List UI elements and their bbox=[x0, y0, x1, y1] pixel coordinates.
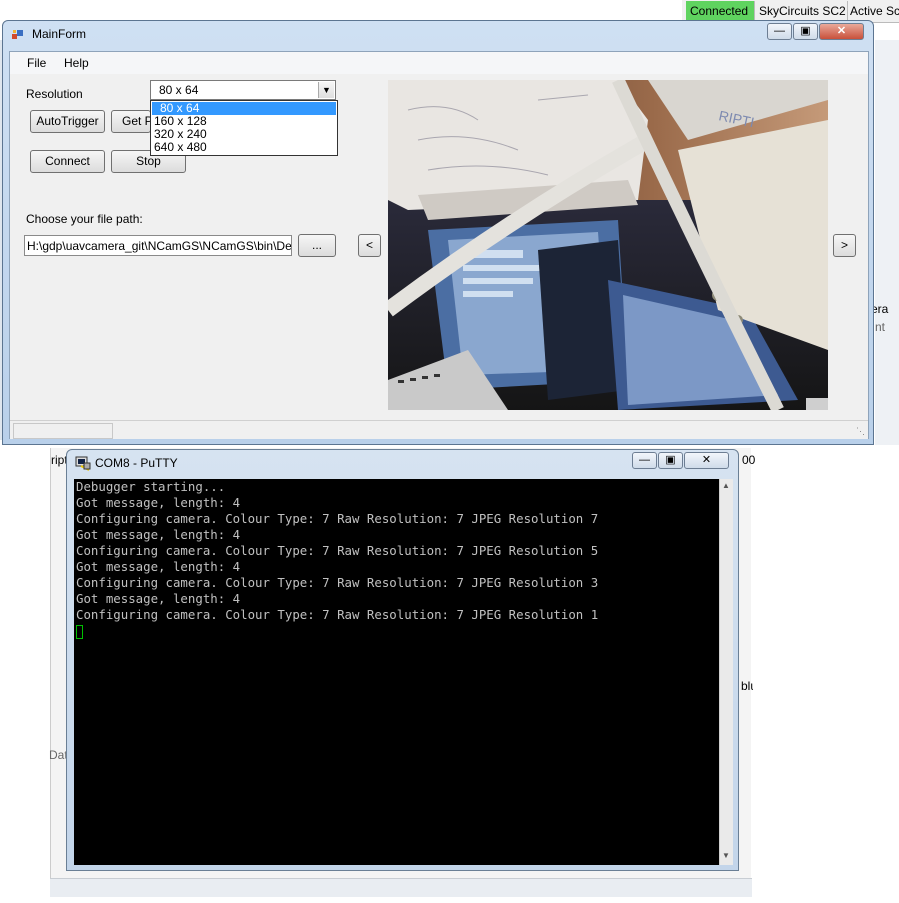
window-title: COM8 - PuTTY bbox=[95, 456, 178, 470]
maximize-button[interactable]: ▣ bbox=[658, 452, 683, 469]
filepath-label: Choose your file path: bbox=[26, 212, 143, 226]
terminal-line: Got message, length: 4 bbox=[76, 559, 241, 574]
menu-help[interactable]: Help bbox=[64, 55, 89, 71]
background-fragment: 00 bbox=[742, 453, 756, 467]
mainform-window: MainForm — ▣ ✕ File Help Resolution 80 x… bbox=[2, 20, 874, 445]
close-icon: ✕ bbox=[836, 25, 847, 37]
putty-window: COM8 - PuTTY — ▣ ✕ Debugger starting... G… bbox=[66, 449, 739, 871]
next-image-button[interactable]: > bbox=[833, 234, 856, 257]
terminal-scrollbar[interactable]: ▲ ▼ bbox=[719, 479, 733, 865]
window-title: MainForm bbox=[32, 27, 87, 41]
minimize-button[interactable]: — bbox=[632, 452, 657, 469]
skycircuits-tab[interactable]: SkyCircuits SC2 bbox=[755, 1, 848, 21]
terminal-text: Debugger starting... Got message, length:… bbox=[76, 479, 598, 623]
terminal-line: Configuring camera. Colour Type: 7 Raw R… bbox=[76, 607, 599, 622]
terminal-line: Got message, length: 4 bbox=[76, 591, 241, 606]
close-button[interactable]: ✕ bbox=[819, 23, 864, 40]
resize-grip-icon[interactable]: ⋱ bbox=[856, 426, 865, 437]
get-picture-button[interactable]: Get P bbox=[111, 110, 151, 133]
resolution-dropdown-list: 80 x 64 160 x 128 320 x 240 640 x 480 bbox=[150, 100, 338, 156]
minimize-icon: — bbox=[774, 25, 785, 37]
minimize-icon: — bbox=[639, 454, 650, 466]
mainform-client: File Help Resolution 80 x 64 ▼ 80 x 64 1… bbox=[9, 51, 869, 439]
maximize-icon: ▣ bbox=[800, 25, 811, 37]
background-fragment: nt bbox=[875, 320, 886, 334]
background-fragment: Dat bbox=[49, 748, 68, 762]
terminal-cursor bbox=[76, 625, 83, 639]
minimize-button[interactable]: — bbox=[767, 23, 792, 40]
terminal-line: Configuring camera. Colour Type: 7 Raw R… bbox=[76, 575, 599, 590]
resolution-option[interactable]: 640 x 480 bbox=[152, 141, 336, 154]
active-tab[interactable]: Active Sc bbox=[846, 1, 899, 21]
previous-image-button[interactable]: < bbox=[358, 234, 381, 257]
menu-file[interactable]: File bbox=[27, 55, 46, 71]
browse-button[interactable]: ... bbox=[298, 234, 336, 257]
close-icon: ✕ bbox=[701, 454, 712, 466]
close-button[interactable]: ✕ bbox=[684, 452, 729, 469]
terminal-line: Configuring camera. Colour Type: 7 Raw R… bbox=[76, 511, 599, 526]
background-fragment: blu bbox=[741, 679, 753, 693]
window-app-icon bbox=[12, 29, 24, 41]
autotrigger-button[interactable]: AutoTrigger bbox=[30, 110, 105, 133]
chevron-down-icon[interactable]: ▼ bbox=[318, 82, 334, 98]
maximize-icon: ▣ bbox=[665, 454, 676, 466]
terminal-output[interactable]: Debugger starting... Got message, length:… bbox=[74, 479, 719, 865]
terminal-line: Debugger starting... bbox=[76, 479, 226, 494]
scroll-up-icon[interactable]: ▲ bbox=[722, 481, 730, 490]
resolution-combobox[interactable]: 80 x 64 ▼ bbox=[150, 80, 336, 100]
menu-bar: File Help bbox=[10, 52, 868, 74]
putty-icon bbox=[75, 455, 91, 471]
camera-image: RIPTI bbox=[388, 80, 828, 410]
background-scrollbar bbox=[50, 878, 752, 897]
scroll-down-icon[interactable]: ▼ bbox=[722, 851, 730, 860]
resolution-selected-value: 80 x 64 bbox=[159, 83, 199, 97]
terminal-line: Configuring camera. Colour Type: 7 Raw R… bbox=[76, 543, 599, 558]
terminal-line: Got message, length: 4 bbox=[76, 495, 241, 510]
filepath-input[interactable]: H:\gdp\uavcamera_git\NCamGS\NCamGS\bin\D… bbox=[24, 235, 292, 256]
resolution-label: Resolution bbox=[26, 87, 83, 101]
status-panel bbox=[13, 423, 113, 439]
connected-tab[interactable]: Connected bbox=[686, 1, 755, 21]
connect-button[interactable]: Connect bbox=[30, 150, 105, 173]
terminal-line: Got message, length: 4 bbox=[76, 527, 241, 542]
background-window-right: era nt bbox=[871, 40, 899, 445]
status-bar: ⋱ bbox=[10, 420, 868, 439]
maximize-button[interactable]: ▣ bbox=[793, 23, 818, 40]
